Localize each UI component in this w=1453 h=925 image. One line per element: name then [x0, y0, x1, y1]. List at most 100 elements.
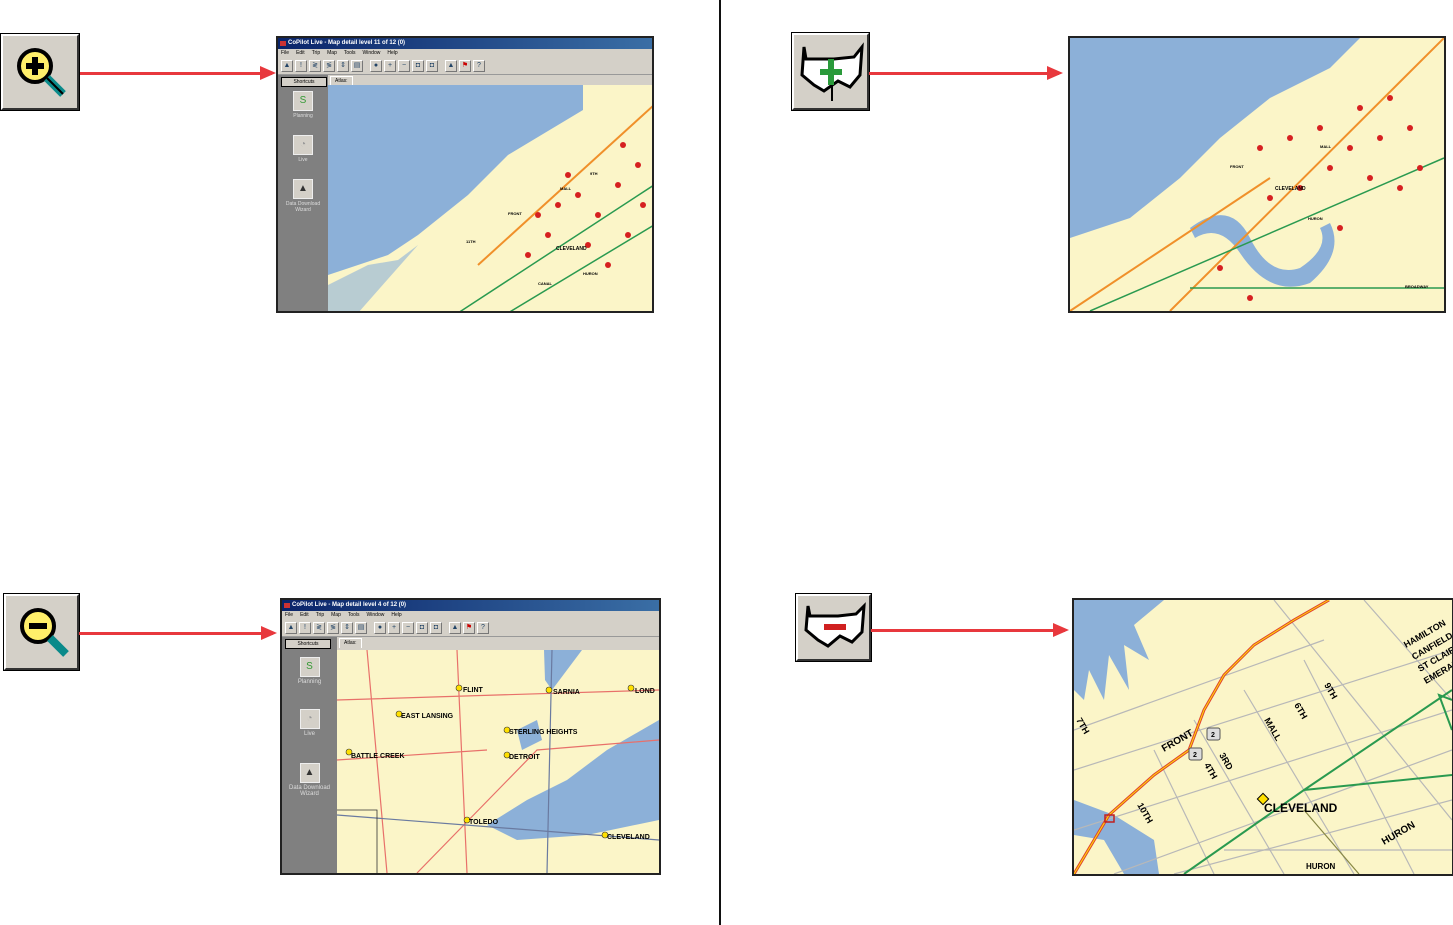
menu-edit[interactable]: Edit — [300, 611, 309, 620]
menu-file[interactable]: File — [285, 611, 293, 620]
more-detail-button[interactable] — [792, 33, 869, 110]
map-label: MALL — [1320, 144, 1332, 149]
gps-icon[interactable]: ▲ — [445, 60, 457, 72]
toolbar-button[interactable]: ⇕ — [341, 622, 353, 634]
help-icon[interactable]: ? — [473, 60, 485, 72]
magnifier-plus-icon — [17, 48, 66, 97]
us-map-minus-icon — [804, 602, 866, 648]
map-label: SARNIA — [553, 689, 580, 696]
map-view[interactable]: 2 2 CLEVELAND HURON HURON FRONT MALL 9TH… — [1074, 600, 1452, 874]
map-label: BROADWAY — [1405, 284, 1429, 289]
toolbar-button[interactable]: ≶ — [323, 60, 335, 72]
satellite-icon: ▲ — [299, 763, 320, 783]
detail-minus-icon[interactable]: ◘ — [430, 622, 442, 634]
toolbar: ▲! ≷ ≶ ⇕ ▤ ● + − ◘ ◘ ▲ ⚑? — [278, 58, 652, 75]
print-icon[interactable]: ▤ — [355, 622, 367, 634]
map-label: EAST LANSING — [401, 713, 454, 720]
shortcuts-panel: Shortcuts S Planning ◔ Live ▲ Data Download… — [282, 637, 337, 873]
toolbar-button[interactable]: ▲ — [281, 60, 293, 72]
shortcuts-panel: Shortcuts S Planning ◔ Live ▲ Data Download… — [278, 75, 328, 311]
toolbar-button[interactable]: ▲ — [285, 622, 297, 634]
window-title: CoPilot Live - Map detail level 4 of 12 … — [282, 600, 659, 611]
zoom-in-button[interactable] — [1, 34, 79, 110]
globe-icon[interactable]: ● — [374, 622, 386, 634]
detail-minus-icon[interactable]: ◘ — [426, 60, 438, 72]
toolbar: ▲! ≷ ≶ ⇕ ▤ ● + − ◘ ◘ ▲ ⚑? — [282, 620, 659, 637]
shortcut-live[interactable]: ◔ Live — [278, 135, 328, 163]
menu-edit[interactable]: Edit — [296, 49, 305, 58]
map-label: DETROIT — [509, 754, 540, 761]
detail-plus-icon[interactable]: ◘ — [416, 622, 428, 634]
toolbar-button[interactable]: ≶ — [327, 622, 339, 634]
us-map-plus-icon — [800, 42, 864, 101]
map-label: CLEVELAND — [1275, 186, 1306, 192]
map-label: TOLEDO — [469, 819, 499, 826]
pointer-arrow — [871, 623, 1069, 637]
menu-window[interactable]: Window — [363, 49, 381, 58]
tab-strip: Atlas: — [337, 637, 659, 648]
flag-icon[interactable]: ⚑ — [463, 622, 475, 634]
map-label: CLEVELAND — [556, 246, 587, 252]
map-label: BATTLE CREEK — [351, 753, 405, 760]
pointer-arrow — [869, 66, 1063, 80]
zoom-in-icon[interactable]: + — [384, 60, 396, 72]
menu-map[interactable]: Map — [327, 49, 337, 58]
less-detail-map: 2 2 CLEVELAND HURON HURON FRONT MALL 9TH… — [1072, 598, 1453, 876]
print-icon[interactable]: ▤ — [351, 60, 363, 72]
toolbar-button[interactable]: ≷ — [313, 622, 325, 634]
menu-bar: File Edit Trip Map Tools Window Help — [282, 611, 659, 620]
menu-map[interactable]: Map — [331, 611, 341, 620]
column-divider — [719, 0, 721, 925]
menu-tools[interactable]: Tools — [348, 611, 360, 620]
map-view[interactable]: CLEVELAND HURON CANAL FRONT MALL 9TH 11T… — [328, 85, 652, 311]
menu-help[interactable]: Help — [391, 611, 401, 620]
live-icon: ◔ — [299, 709, 320, 729]
shortcut-data-download[interactable]: ▲ Data Download Wizard — [282, 763, 337, 797]
shortcut-planning[interactable]: S Planning — [282, 657, 337, 685]
flag-icon[interactable]: ⚑ — [459, 60, 471, 72]
menu-help[interactable]: Help — [387, 49, 397, 58]
map-view[interactable]: FLINT SARNIA LOND EAST LANSING STERLING … — [337, 650, 659, 873]
detail-plus-icon[interactable]: ◘ — [412, 60, 424, 72]
planning-icon: S — [299, 657, 320, 677]
help-icon[interactable]: ? — [477, 622, 489, 634]
map-label: CLEVELAND — [607, 834, 650, 841]
toolbar-button[interactable]: ⇕ — [337, 60, 349, 72]
menu-trip[interactable]: Trip — [312, 49, 320, 58]
map-label: 9TH — [590, 171, 598, 176]
map-label: STERLING HEIGHTS — [509, 729, 578, 736]
map-view[interactable]: CLEVELAND HURON FRONT MALL BROADWAY — [1070, 38, 1444, 311]
map-label: MALL — [560, 186, 572, 191]
menu-file[interactable]: File — [281, 49, 289, 58]
menu-trip[interactable]: Trip — [316, 611, 324, 620]
shortcut-data-download[interactable]: ▲ Data Download Wizard — [278, 179, 328, 213]
shortcut-planning[interactable]: S Planning — [278, 91, 328, 119]
menu-tools[interactable]: Tools — [344, 49, 356, 58]
magnifier-minus-icon — [20, 608, 69, 657]
zoom-out-screenshot: CoPilot Live - Map detail level 4 of 12 … — [280, 598, 661, 875]
map-label: FLINT — [463, 687, 484, 694]
toolbar-button[interactable]: ! — [295, 60, 307, 72]
tab-atlas[interactable]: Atlas: — [339, 638, 362, 648]
window-title: CoPilot Live - Map detail level 11 of 12… — [278, 38, 652, 49]
shortcut-live[interactable]: ◔ Live — [282, 709, 337, 737]
map-label: LOND — [635, 688, 655, 695]
menu-window[interactable]: Window — [367, 611, 385, 620]
pointer-arrow — [79, 626, 277, 640]
menu-bar: File Edit Trip Map Tools Window Help — [278, 49, 652, 58]
shortcuts-button[interactable]: Shortcuts — [285, 639, 331, 649]
toolbar-button[interactable]: ! — [299, 622, 311, 634]
zoom-in-screenshot: CoPilot Live - Map detail level 11 of 12… — [276, 36, 654, 313]
shortcuts-button[interactable]: Shortcuts — [281, 77, 327, 87]
zoom-out-button[interactable] — [4, 594, 79, 670]
shield-number: 2 — [1211, 732, 1215, 739]
gps-icon[interactable]: ▲ — [449, 622, 461, 634]
toolbar-button[interactable]: ≷ — [309, 60, 321, 72]
zoom-out-icon[interactable]: − — [402, 622, 414, 634]
zoom-in-icon[interactable]: + — [388, 622, 400, 634]
zoom-out-icon[interactable]: − — [398, 60, 410, 72]
map-label: CLEVELAND — [1264, 801, 1338, 815]
less-detail-button[interactable] — [796, 594, 871, 661]
shield-number: 2 — [1193, 752, 1197, 759]
globe-icon[interactable]: ● — [370, 60, 382, 72]
